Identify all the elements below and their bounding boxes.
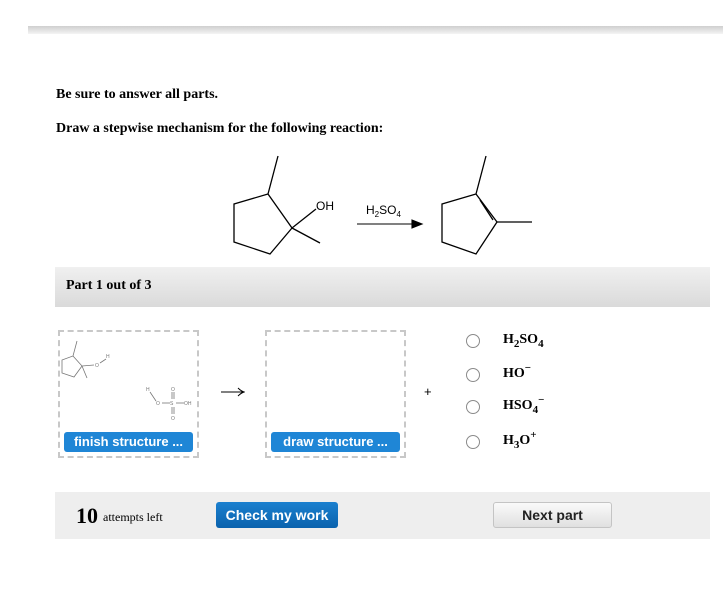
atom-oxygen: O xyxy=(95,363,99,369)
attempts-count: 10 xyxy=(76,503,98,528)
next-part-button[interactable]: Next part xyxy=(493,502,612,528)
footer-bar: 10 attempts left Check my work Next part xyxy=(55,492,710,539)
mechanism-arrow-icon xyxy=(221,387,245,397)
option-label: HSO4− xyxy=(503,394,545,416)
plus-sign: + xyxy=(424,384,432,399)
acid-oxygen: O xyxy=(156,401,160,407)
reactants-drawing-box[interactable]: O H H O S OH O O finish structure ... xyxy=(58,330,199,458)
acid-sulfur: S xyxy=(170,401,174,407)
atom-hydrogen: H xyxy=(106,354,110,360)
acid-hydroxyl: OH xyxy=(184,401,192,407)
instruction-question: Draw a stepwise mechanism for the follow… xyxy=(56,121,384,136)
acid-oxo-top: O xyxy=(171,387,175,393)
radio-button[interactable] xyxy=(466,368,480,382)
finish-structure-button[interactable]: finish structure ... xyxy=(64,432,193,452)
reaction-scheme: OH H2SO4 xyxy=(233,155,532,255)
option-label: HO− xyxy=(503,362,532,382)
reagent-label: H2SO4 xyxy=(366,203,401,219)
check-my-work-button[interactable]: Check my work xyxy=(216,502,338,528)
radio-button[interactable] xyxy=(466,435,480,449)
acid-hydrogen: H xyxy=(146,387,150,393)
instruction-answer-all: Be sure to answer all parts. xyxy=(56,87,219,102)
part-title: Part 1 out of 3 xyxy=(66,278,152,293)
radio-button[interactable] xyxy=(466,334,480,348)
option-label: H2SO4 xyxy=(503,332,544,350)
attempts-label: attempts left xyxy=(103,510,163,524)
acid-oxo-bottom: O xyxy=(171,416,175,422)
draw-structure-button[interactable]: draw structure ... xyxy=(271,432,400,452)
option-label: H3O+ xyxy=(503,429,537,451)
reaction-arrow xyxy=(357,219,424,229)
reactant-structure xyxy=(233,155,321,255)
radio-button[interactable] xyxy=(466,400,480,414)
product-structure xyxy=(441,155,532,255)
part-header: Part 1 out of 3 xyxy=(55,267,710,307)
top-divider-bar xyxy=(28,26,723,34)
reactants-structure: O H H O S OH O O xyxy=(61,340,192,422)
hydroxyl-label: OH xyxy=(316,199,334,213)
products-drawing-box[interactable]: draw structure ... xyxy=(265,330,406,458)
